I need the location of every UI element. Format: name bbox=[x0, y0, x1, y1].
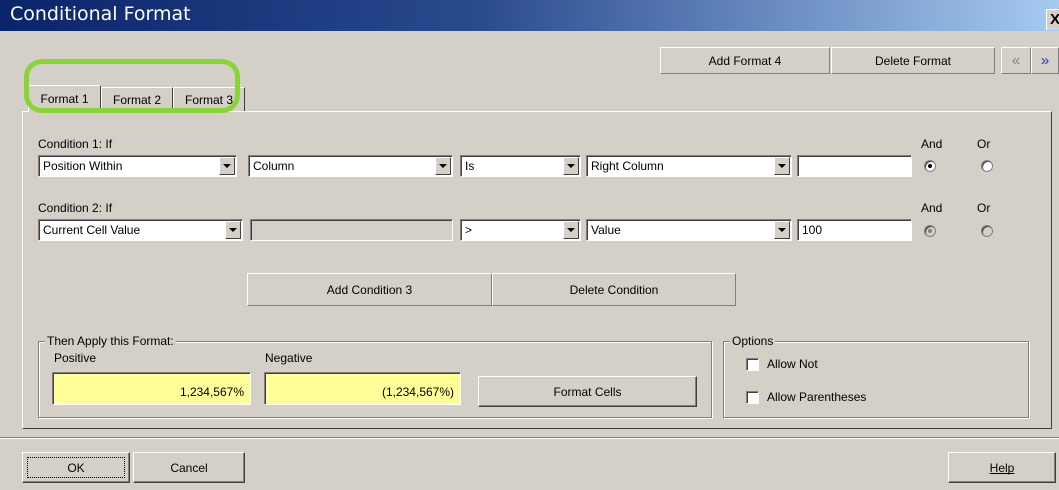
tab-format-1[interactable]: Format 1 bbox=[28, 85, 101, 112]
allow-parentheses-label: Allow Parentheses bbox=[767, 390, 867, 404]
tab-label: Format 3 bbox=[184, 93, 233, 107]
select-value: Position Within bbox=[43, 159, 123, 173]
add-format-button[interactable]: Add Format 4 bbox=[660, 47, 830, 74]
select-value: Right Column bbox=[591, 159, 664, 173]
tab-format-3[interactable]: Format 3 bbox=[173, 87, 245, 112]
condition-2-value-input[interactable]: 100 bbox=[797, 219, 912, 241]
condition-2-scope-select bbox=[250, 219, 453, 241]
condition-2-and-label: And bbox=[921, 201, 943, 215]
options-group: Options bbox=[723, 334, 1029, 418]
apply-format-title: Then Apply this Format: bbox=[45, 334, 176, 348]
add-condition-button[interactable]: Add Condition 3 bbox=[247, 273, 492, 306]
previous-format-button[interactable]: « bbox=[1001, 47, 1031, 74]
allow-not-checkbox[interactable] bbox=[746, 358, 759, 371]
allow-parentheses-checkbox[interactable] bbox=[746, 391, 759, 404]
add-format-label: Add Format 4 bbox=[708, 53, 782, 68]
window-title: Conditional Format bbox=[10, 3, 191, 25]
tab-label: Format 1 bbox=[40, 92, 89, 106]
positive-format-sample: 1,234,567% bbox=[52, 372, 251, 405]
chevron-double-right-icon: » bbox=[1040, 52, 1050, 69]
format-cells-button[interactable]: Format Cells bbox=[478, 376, 697, 407]
condition-1-and-label: And bbox=[921, 137, 943, 151]
delete-format-button[interactable]: Delete Format bbox=[831, 47, 995, 74]
focus-ring bbox=[27, 457, 125, 478]
condition-2-target-select[interactable]: Value bbox=[586, 219, 792, 241]
condition-2-and-radio bbox=[924, 225, 936, 237]
condition-1-target-select[interactable]: Right Column bbox=[586, 155, 792, 177]
select-value: Current Cell Value bbox=[43, 223, 141, 237]
help-button[interactable]: Help bbox=[948, 452, 1056, 483]
delete-condition-label: Delete Condition bbox=[569, 282, 659, 297]
condition-2-label: Condition 2: If bbox=[38, 201, 113, 215]
chevron-down-icon[interactable] bbox=[225, 221, 241, 239]
chevron-down-icon[interactable] bbox=[774, 221, 790, 239]
allow-not-label: Allow Not bbox=[767, 357, 818, 371]
condition-1-or-radio[interactable] bbox=[981, 160, 993, 172]
help-label: Help bbox=[989, 460, 1015, 475]
tab-label: Format 2 bbox=[112, 93, 161, 107]
condition-1-operator-select[interactable]: Is bbox=[460, 155, 581, 177]
condition-1-value-input[interactable] bbox=[797, 155, 912, 177]
chevron-double-left-icon: « bbox=[1011, 52, 1021, 69]
chevron-down-icon[interactable] bbox=[774, 157, 790, 175]
condition-2-or-label: Or bbox=[977, 201, 991, 215]
negative-label: Negative bbox=[265, 351, 313, 365]
condition-1-field-select[interactable]: Position Within bbox=[38, 155, 237, 177]
condition-1-or-label: Or bbox=[977, 137, 991, 151]
cancel-button[interactable]: Cancel bbox=[133, 452, 245, 483]
select-value: Value bbox=[591, 223, 621, 237]
condition-1-scope-select[interactable]: Column bbox=[248, 155, 453, 177]
delete-format-label: Delete Format bbox=[874, 53, 952, 68]
condition-1-and-radio[interactable] bbox=[924, 160, 936, 172]
chevron-down-icon[interactable] bbox=[219, 157, 235, 175]
title-bar: Conditional Format X bbox=[0, 0, 1059, 31]
condition-2-or-radio bbox=[981, 225, 993, 237]
condition-2-field-select[interactable]: Current Cell Value bbox=[38, 219, 243, 241]
format-cells-label: Format Cells bbox=[553, 384, 622, 399]
options-title: Options bbox=[730, 334, 776, 348]
select-value: > bbox=[465, 223, 473, 237]
chevron-down-icon[interactable] bbox=[563, 221, 579, 239]
negative-format-sample: (1,234,567%) bbox=[264, 372, 461, 405]
footer-separator bbox=[0, 437, 1059, 439]
delete-condition-button[interactable]: Delete Condition bbox=[492, 273, 736, 306]
select-value: Column bbox=[253, 159, 295, 173]
tab-format-2[interactable]: Format 2 bbox=[101, 87, 173, 112]
condition-2-operator-select[interactable]: > bbox=[460, 219, 581, 241]
condition-1-label: Condition 1: If bbox=[38, 137, 113, 151]
chevron-down-icon[interactable] bbox=[563, 157, 579, 175]
next-format-button[interactable]: » bbox=[1031, 47, 1059, 74]
chevron-down-icon[interactable] bbox=[435, 157, 451, 175]
ok-button[interactable]: OK bbox=[22, 452, 130, 483]
add-condition-label: Add Condition 3 bbox=[326, 282, 413, 297]
positive-label: Positive bbox=[54, 351, 97, 365]
select-value: Is bbox=[465, 159, 475, 173]
cancel-label: Cancel bbox=[170, 460, 208, 475]
close-button[interactable]: X bbox=[1046, 9, 1059, 30]
